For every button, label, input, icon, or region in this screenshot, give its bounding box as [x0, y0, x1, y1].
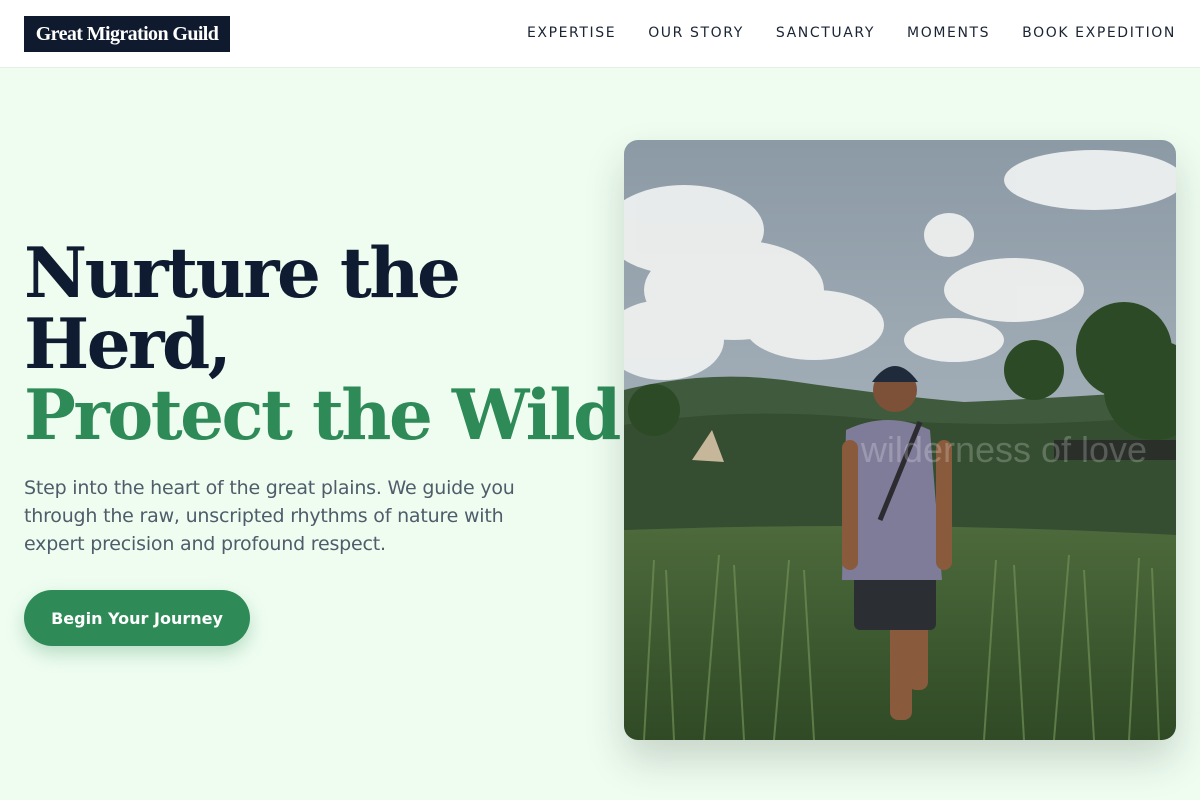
- hero-title-accent-line: Protect the Wild.: [24, 375, 643, 456]
- hero-title-line-2: Herd,: [24, 304, 232, 385]
- hero-title-line-1: Nurture the: [24, 233, 461, 314]
- hero-photo-illustration: wilderness of love: [624, 140, 1176, 740]
- nav-link-our-story[interactable]: OUR STORY: [648, 25, 744, 41]
- nav-link-sanctuary[interactable]: SANCTUARY: [776, 25, 875, 41]
- main-nav: EXPERTISE OUR STORY SANCTUARY MOMENTS BO…: [527, 0, 1176, 66]
- site-header: Great Migration Guild EXPERTISE OUR STOR…: [0, 0, 1200, 68]
- photo-watermark: wilderness of love: [860, 429, 1147, 470]
- nav-link-moments[interactable]: MOMENTS: [907, 25, 990, 41]
- nav-link-book-expedition[interactable]: BOOK EXPEDITION: [1022, 25, 1176, 41]
- begin-journey-button[interactable]: Begin Your Journey: [24, 590, 250, 646]
- site-logo[interactable]: Great Migration Guild: [24, 16, 230, 52]
- hero-title: Nurture the Herd, Protect the Wild.: [24, 233, 643, 456]
- hero-photo: wilderness of love: [624, 140, 1176, 740]
- hero-subtitle: Step into the heart of the great plains.…: [24, 477, 515, 555]
- nav-link-expertise[interactable]: EXPERTISE: [527, 25, 616, 41]
